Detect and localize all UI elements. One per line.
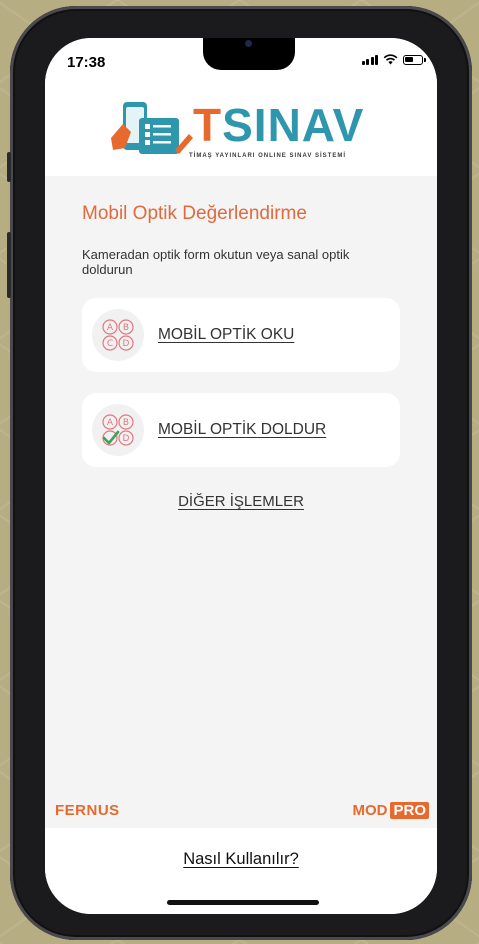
fernus-logo: FERNUS xyxy=(55,802,120,819)
modpro-logo: MOD PRO xyxy=(352,802,429,819)
fill-optic-card[interactable]: AB D MOBİL OPTİK DOLDUR xyxy=(82,393,400,467)
other-actions-link[interactable]: DİĞER İŞLEMLER xyxy=(45,493,437,510)
fill-optic-label: MOBİL OPTİK DOLDUR xyxy=(158,421,327,438)
svg-text:B: B xyxy=(123,323,129,333)
battery-icon xyxy=(403,54,426,65)
signal-icon xyxy=(361,54,378,65)
logo-tagline: TİMAŞ YAYINLARI ONLINE SINAV SİSTEMİ xyxy=(189,153,347,159)
mute-switch xyxy=(7,152,11,182)
app-logo-text: TSINAV xyxy=(193,102,364,148)
svg-text:A: A xyxy=(107,418,114,428)
svg-text:B: B xyxy=(123,418,129,428)
svg-text:D: D xyxy=(123,434,130,444)
svg-text:A: A xyxy=(107,323,114,333)
svg-text:C: C xyxy=(107,339,113,349)
app-screen: 17:38 TSINAV TİMAŞ YAYINLARI ONLINE SINA… xyxy=(45,38,437,914)
camera-icon xyxy=(245,40,252,47)
logo-letter: T xyxy=(193,99,223,151)
modpro-logo-a: MOD xyxy=(352,802,388,819)
svg-text:D: D xyxy=(123,339,130,349)
page-description: Kameradan optik form okutun veya sanal o… xyxy=(82,247,350,277)
read-optic-card[interactable]: AB CD MOBİL OPTİK OKU xyxy=(82,298,400,372)
modpro-logo-b: PRO xyxy=(390,802,429,819)
status-icons xyxy=(361,54,426,65)
how-to-use-link[interactable]: Nasıl Kullanılır? xyxy=(45,850,437,869)
volume-button xyxy=(7,232,11,298)
status-time: 17:38 xyxy=(67,54,106,71)
home-indicator[interactable] xyxy=(167,900,319,905)
abcd-bubbles-check-icon: AB D xyxy=(92,404,144,456)
read-optic-label: MOBİL OPTİK OKU xyxy=(158,326,295,343)
notch xyxy=(203,38,295,70)
page-title: Mobil Optik Değerlendirme xyxy=(82,203,307,224)
abcd-bubbles-icon: AB CD xyxy=(92,309,144,361)
wifi-icon xyxy=(383,54,398,65)
logo-name: SINAV xyxy=(222,99,365,151)
